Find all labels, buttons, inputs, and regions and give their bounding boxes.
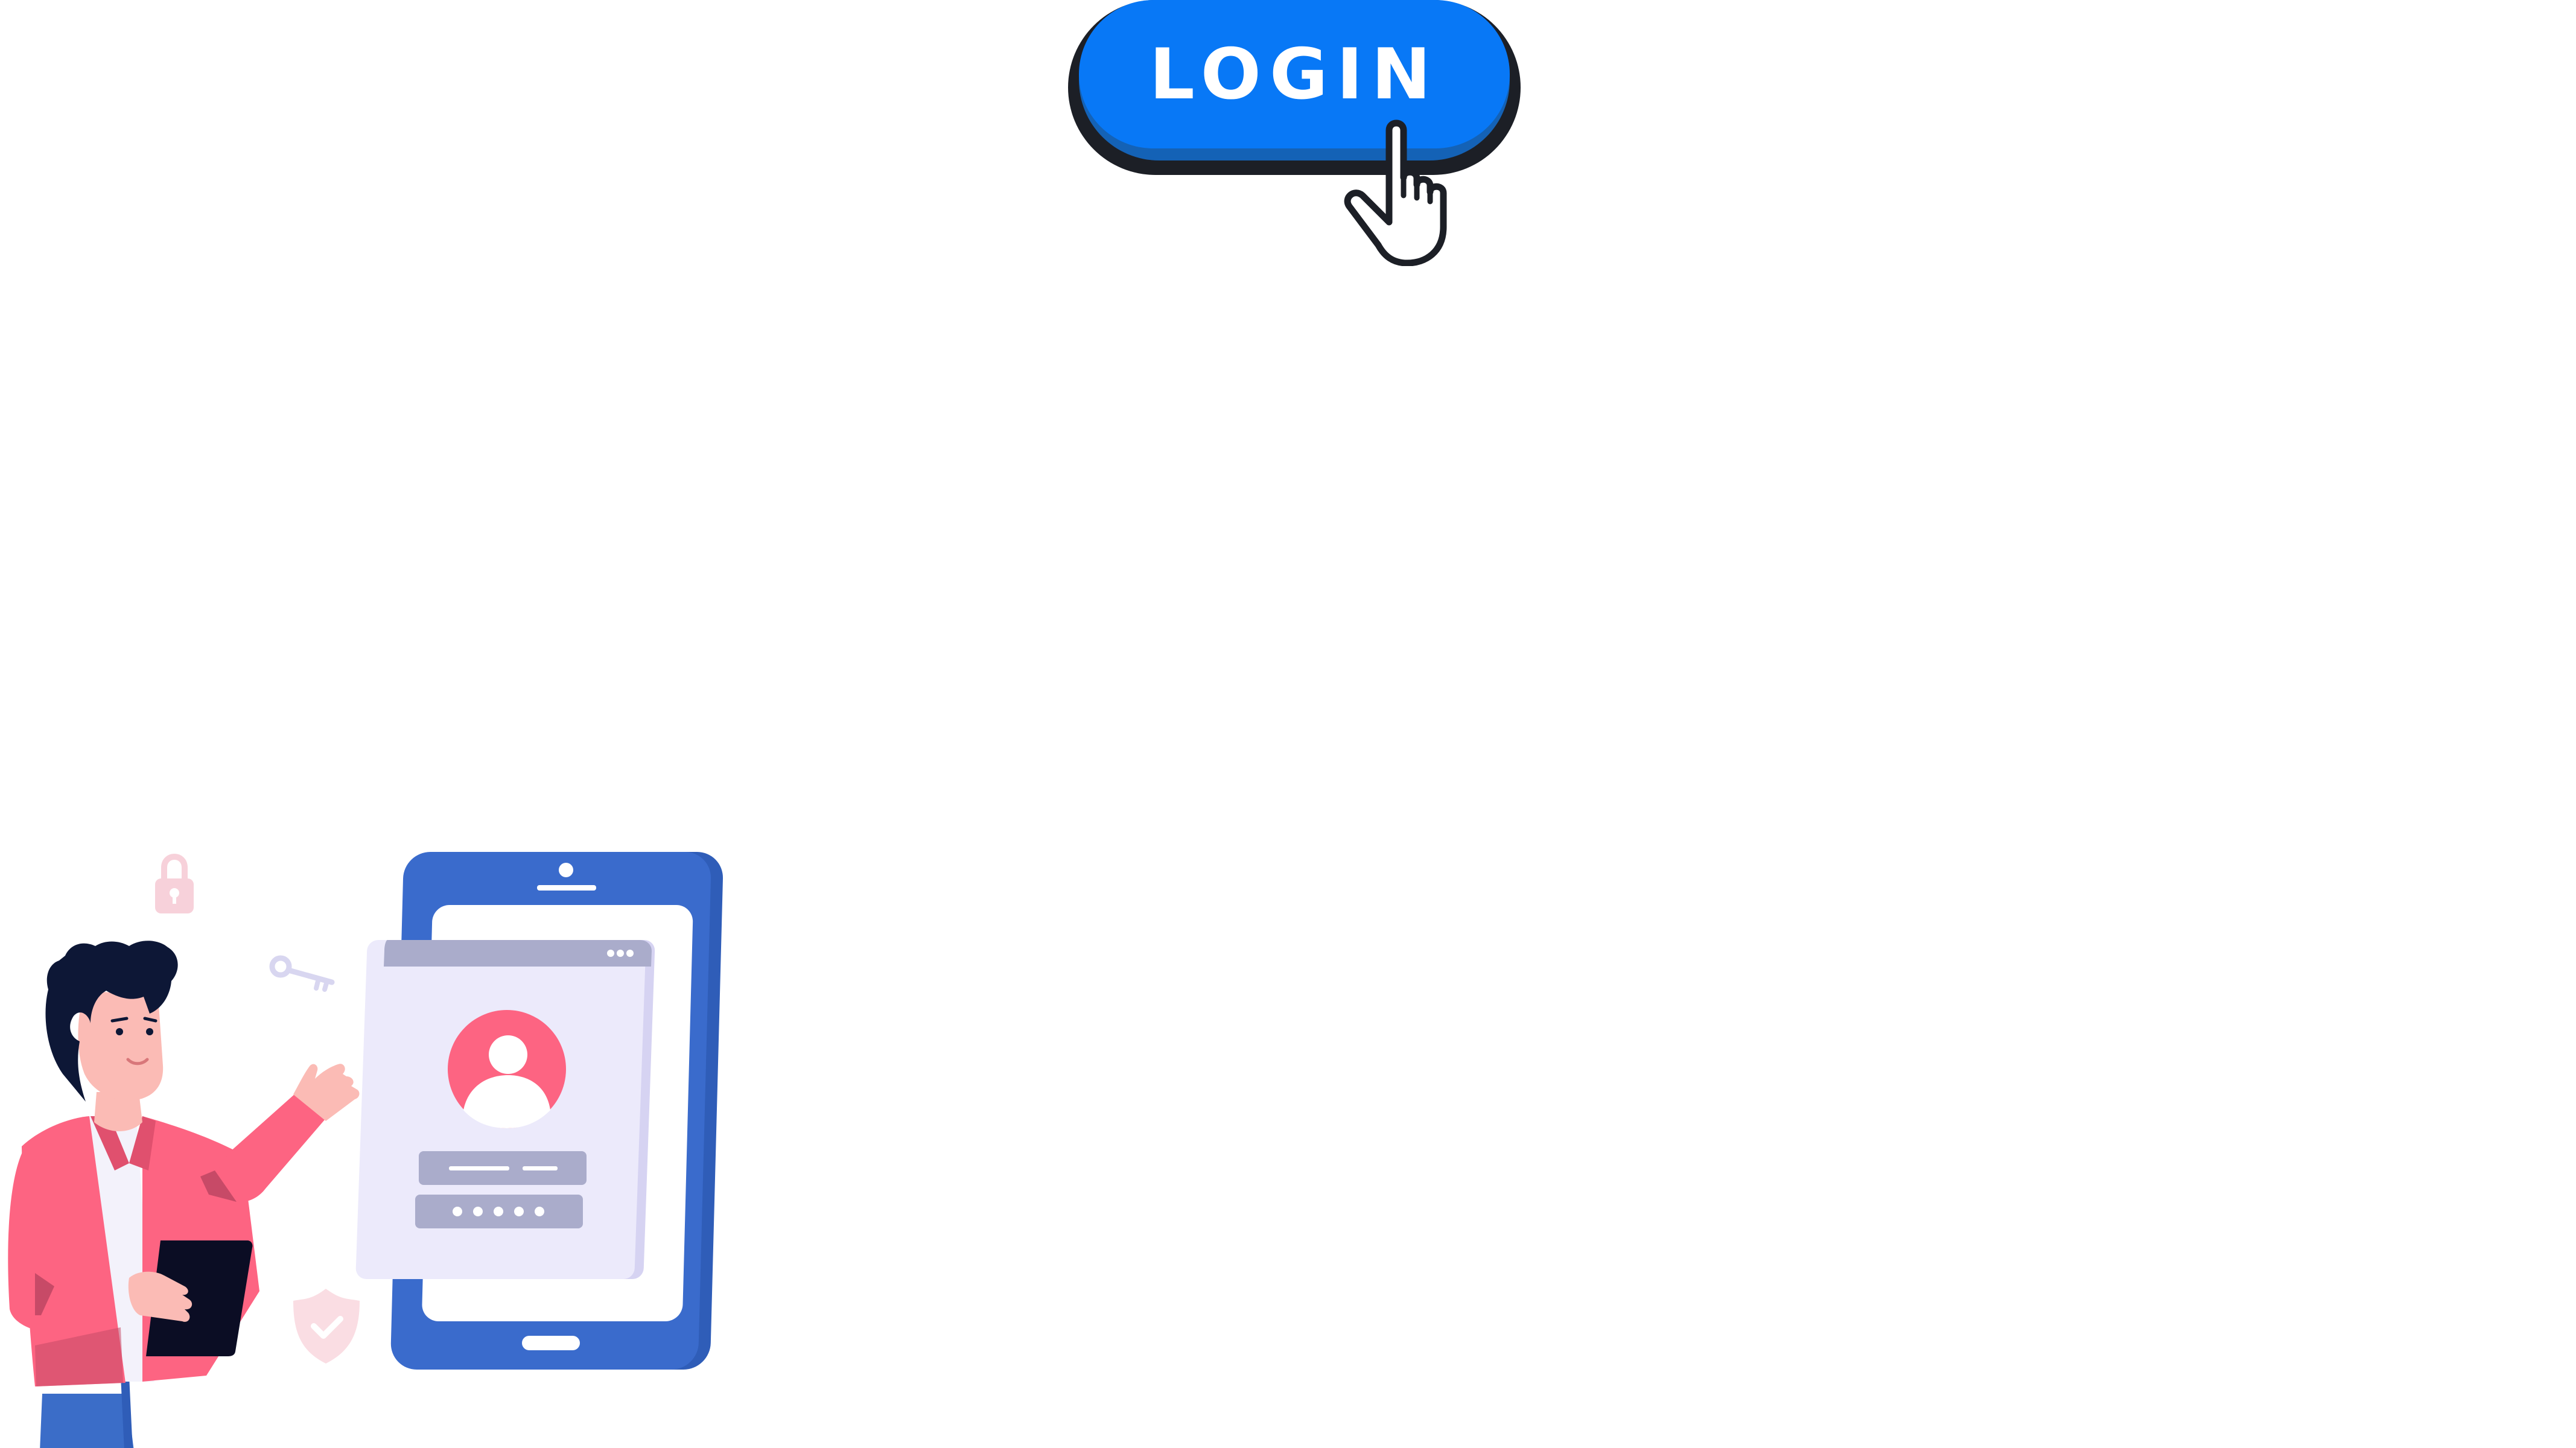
login-button-group: LOGIN bbox=[1068, 0, 1533, 266]
phone-camera bbox=[559, 863, 573, 877]
key-icon bbox=[269, 955, 335, 992]
login-panel bbox=[355, 940, 655, 1279]
login-illustration bbox=[8, 852, 724, 1448]
padlock-icon bbox=[155, 854, 194, 913]
phone-home-button bbox=[522, 1336, 580, 1350]
pointer-hand-icon bbox=[1344, 119, 1447, 266]
person-figure bbox=[8, 941, 360, 1448]
login-button-label: LOGIN bbox=[1149, 33, 1440, 115]
user-avatar-icon bbox=[448, 1010, 566, 1128]
phone-speaker bbox=[537, 885, 596, 891]
shield-check-icon bbox=[293, 1289, 360, 1364]
